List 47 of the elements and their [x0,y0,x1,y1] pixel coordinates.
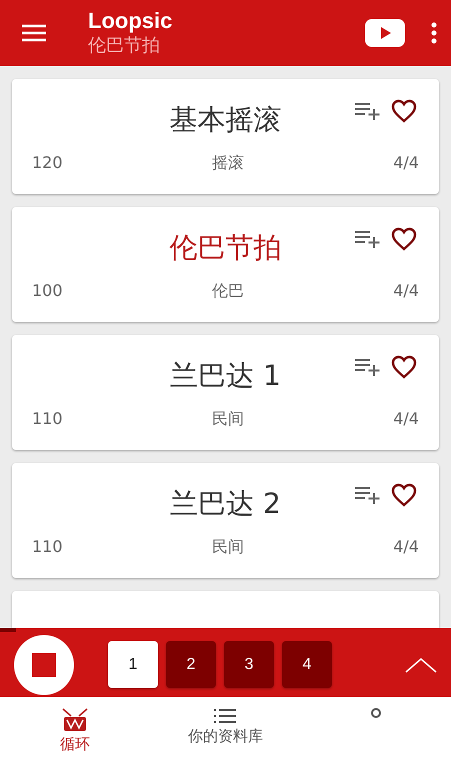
drum-icon [61,707,90,733]
beat-card[interactable]: 兰巴达 2 110 民间 4/4 [12,463,439,578]
bar-button[interactable]: 3 [224,641,274,688]
video-button[interactable] [365,19,405,47]
play-icon [365,19,405,47]
beat-name: 基本摇滚 [170,102,282,138]
beat-meter: 4/4 [393,153,419,174]
menu-icon [22,24,46,42]
beat-meter: 4/4 [393,409,419,430]
more-icon [431,22,437,44]
heart-icon[interactable] [391,355,417,379]
playlist-add-icon[interactable] [355,485,381,505]
beat-tempo: 110 [32,537,63,558]
nav-tab[interactable]: 循环 [0,697,150,768]
more-button[interactable] [431,22,437,44]
beat-name: 伦巴节拍 [170,230,282,266]
bar-button[interactable]: 1 [108,641,158,688]
beat-tempo: 110 [32,409,63,430]
heart-icon[interactable] [391,99,417,123]
beat-meter: 4/4 [393,537,419,558]
list-icon [213,707,238,725]
heart-icon[interactable] [391,227,417,251]
beat-meter: 4/4 [393,281,419,302]
bar-button[interactable]: 4 [282,641,332,688]
app-subtitle: 伦巴节拍 [88,34,161,58]
beat-genre: 民间 [212,409,244,430]
beat-tempo: 100 [32,281,63,302]
bar-button[interactable]: 2 [166,641,216,688]
playlist-add-icon[interactable] [355,101,381,121]
nav-tab[interactable]: 你的资料库 [150,697,301,768]
app-title: Loopsic [88,8,174,34]
playlist-add-icon[interactable] [355,229,381,249]
expand-button[interactable] [405,656,437,672]
playlist-add-icon[interactable] [355,357,381,377]
beat-card[interactable]: 基本摇滚 120 摇滚 4/4 [12,79,439,194]
beat-card[interactable]: 伦巴节拍 100 伦巴 4/4 [12,207,439,322]
chevron-up-icon [405,656,437,672]
beat-name: 兰巴达 1 [170,358,281,394]
heart-icon[interactable] [391,483,417,507]
beat-name: 兰巴达 2 [170,486,281,522]
beat-tempo: 120 [32,153,63,174]
beat-card[interactable]: 兰巴达 1 110 民间 4/4 [12,335,439,450]
menu-button[interactable] [22,24,46,42]
beat-genre: 摇滚 [212,153,244,174]
beat-genre: 民间 [212,537,244,558]
stop-icon [32,652,56,676]
beat-genre: 伦巴 [212,281,244,302]
